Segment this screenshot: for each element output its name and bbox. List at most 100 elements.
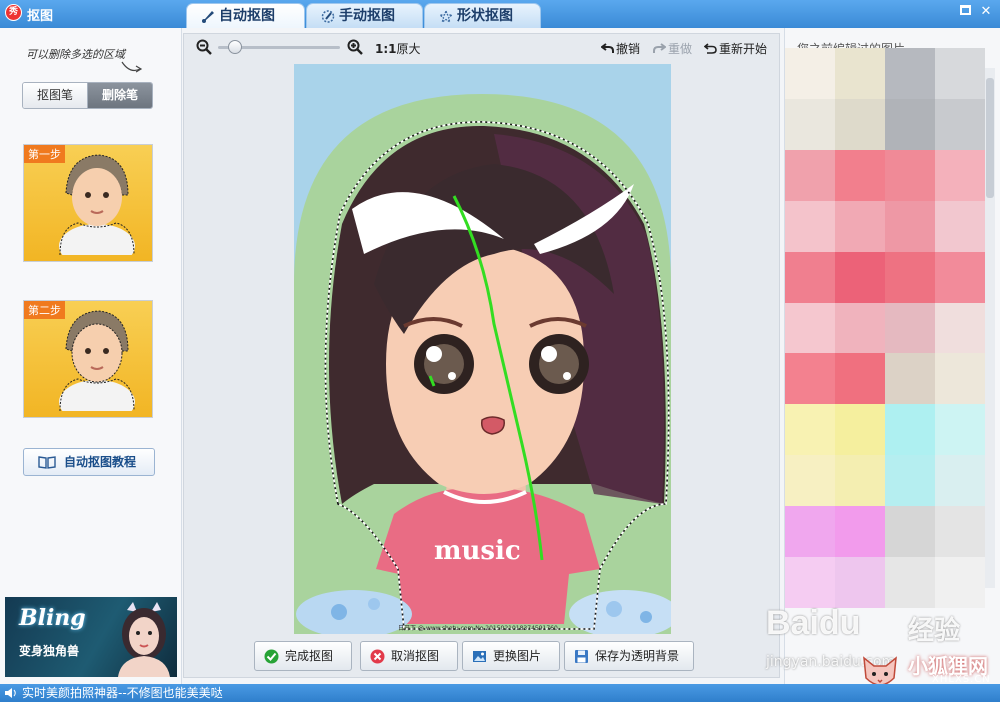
recent-image-tile[interactable] — [885, 302, 935, 354]
finish-label: 完成抠图 — [285, 649, 334, 663]
step-two-label: 第二步 — [24, 301, 65, 319]
cancel-icon — [370, 649, 385, 664]
recent-image-tile[interactable] — [885, 48, 935, 99]
recent-image-tile[interactable] — [885, 149, 935, 201]
recent-image-tile[interactable] — [835, 404, 885, 456]
zoom-in-icon[interactable] — [347, 39, 363, 55]
cancel-cutout-button[interactable]: 取消抠图 — [360, 641, 458, 671]
recent-image-tile[interactable] — [835, 149, 885, 201]
ratio-value: 1:1 — [375, 42, 397, 56]
title-bar: 秀 抠图 自动抠图 手动抠图 形状抠图 ✕ — [0, 0, 1000, 28]
step-one-example: 第一步 — [23, 144, 153, 262]
recent-image-tile[interactable] — [835, 200, 885, 252]
recent-image-tile[interactable] — [785, 149, 835, 201]
ad-banner[interactable]: Bling 变身独角兽 — [5, 597, 177, 677]
zoom-out-icon[interactable] — [196, 39, 212, 55]
recent-image-tile[interactable] — [885, 98, 935, 150]
tab-shape-cutout[interactable]: 形状抠图 — [424, 3, 541, 28]
image-canvas[interactable]: music 日开下 @ www.shetu.com No.20150210183… — [294, 64, 671, 634]
ad-title: Bling — [19, 605, 86, 631]
recent-image-tile[interactable] — [935, 48, 985, 99]
cutout-pen-button[interactable]: 抠图笔 — [23, 83, 88, 108]
replace-image-button[interactable]: 更换图片 — [462, 641, 560, 671]
recent-image-tile[interactable] — [935, 98, 985, 150]
recent-image-tile[interactable] — [835, 506, 885, 558]
recent-image-tile[interactable] — [935, 302, 985, 354]
recent-scrollbar[interactable] — [985, 68, 995, 588]
recent-image-tile[interactable] — [785, 404, 835, 456]
ad-portrait — [118, 602, 170, 677]
zoom-slider-handle[interactable] — [228, 40, 242, 54]
step-two-example: 第二步 — [23, 300, 153, 418]
recent-image-tile[interactable] — [785, 200, 835, 252]
recent-image-tile[interactable] — [885, 404, 935, 456]
recent-image-tile[interactable] — [885, 200, 935, 252]
jingyan-watermark: 经验 — [908, 616, 961, 646]
recent-image-tile[interactable] — [835, 251, 885, 303]
cartoon-girl-image: music 日开下 @ www.shetu.com No.20150210183… — [294, 64, 671, 634]
undo-button[interactable]: 撤销 — [601, 40, 640, 57]
picture-icon — [473, 651, 486, 662]
eraser-pen-button[interactable]: 删除笔 — [88, 83, 152, 108]
undo-label: 撤销 — [616, 42, 641, 56]
recent-image-tile[interactable] — [885, 506, 935, 558]
maximize-button[interactable] — [957, 5, 973, 19]
tab-auto-cutout[interactable]: 自动抠图 — [186, 3, 305, 28]
recent-image-tile[interactable] — [885, 455, 935, 507]
recent-image-tile[interactable] — [835, 98, 885, 150]
undo-icon — [601, 43, 614, 53]
baby-photo — [59, 154, 135, 255]
shape-icon — [439, 10, 453, 23]
recent-image-tile[interactable] — [935, 353, 985, 405]
ad-subtitle: 变身独角兽 — [19, 644, 80, 658]
recent-image-tile[interactable] — [935, 251, 985, 303]
redo-label: 重做 — [668, 42, 693, 56]
save-icon — [575, 650, 588, 663]
recent-images-grid[interactable] — [785, 48, 985, 608]
recent-image-tile[interactable] — [885, 353, 935, 405]
recent-image-tile[interactable] — [835, 455, 885, 507]
restart-button[interactable]: 重新开始 — [704, 40, 767, 57]
restart-label: 重新开始 — [719, 42, 768, 56]
recent-image-tile[interactable] — [935, 200, 985, 252]
save-label: 保存为透明背景 — [595, 649, 680, 663]
tab-label: 自动抠图 — [219, 8, 275, 24]
recent-image-tile[interactable] — [785, 302, 835, 354]
scrollbar-thumb[interactable] — [986, 78, 994, 198]
recent-image-tile[interactable] — [835, 353, 885, 405]
recent-image-tile[interactable] — [935, 404, 985, 456]
recent-image-tile[interactable] — [935, 455, 985, 507]
tab-manual-cutout[interactable]: 手动抠图 — [306, 3, 423, 28]
recent-image-tile[interactable] — [785, 353, 835, 405]
tab-label: 形状抠图 — [457, 8, 513, 24]
recent-image-tile[interactable] — [935, 149, 985, 201]
curved-arrow-icon — [121, 61, 143, 73]
recent-image-tile[interactable] — [785, 48, 835, 99]
hint-text: 可以删除多选的区域 — [26, 48, 125, 61]
close-button[interactable]: ✕ — [978, 5, 994, 19]
recent-image-tile[interactable] — [785, 455, 835, 507]
recent-image-tile[interactable] — [785, 506, 835, 558]
actual-size-button[interactable]: 1:1原大 — [375, 40, 421, 57]
speaker-icon — [5, 688, 16, 698]
maximize-icon — [959, 5, 971, 15]
status-text[interactable]: 实时美颜拍照神器--不修图也能美美哒 — [22, 686, 223, 700]
status-bar: 实时美颜拍照神器--不修图也能美美哒 — [0, 684, 1000, 702]
app-logo-icon: 秀 — [5, 4, 22, 21]
main-frame: 可以删除多选的区域 抠图笔 删除笔 第一步 第二步 自动抠图教程 Bling 变… — [0, 28, 1000, 684]
recent-image-tile[interactable] — [785, 251, 835, 303]
auto-cutout-tutorial-button[interactable]: 自动抠图教程 — [23, 448, 155, 476]
redo-icon — [653, 43, 666, 53]
recent-image-tile[interactable] — [885, 251, 935, 303]
finish-cutout-button[interactable]: 完成抠图 — [254, 641, 352, 671]
window-title: 抠图 — [27, 9, 54, 24]
left-panel: 可以删除多选的区域 抠图笔 删除笔 第一步 第二步 自动抠图教程 Bling 变… — [0, 28, 182, 684]
check-icon — [264, 649, 279, 664]
save-transparent-button[interactable]: 保存为透明背景 — [564, 641, 694, 671]
redo-button[interactable]: 重做 — [653, 40, 692, 57]
restart-icon — [704, 43, 717, 54]
recent-image-tile[interactable] — [785, 98, 835, 150]
recent-image-tile[interactable] — [935, 506, 985, 558]
recent-image-tile[interactable] — [835, 302, 885, 354]
recent-image-tile[interactable] — [835, 48, 885, 99]
